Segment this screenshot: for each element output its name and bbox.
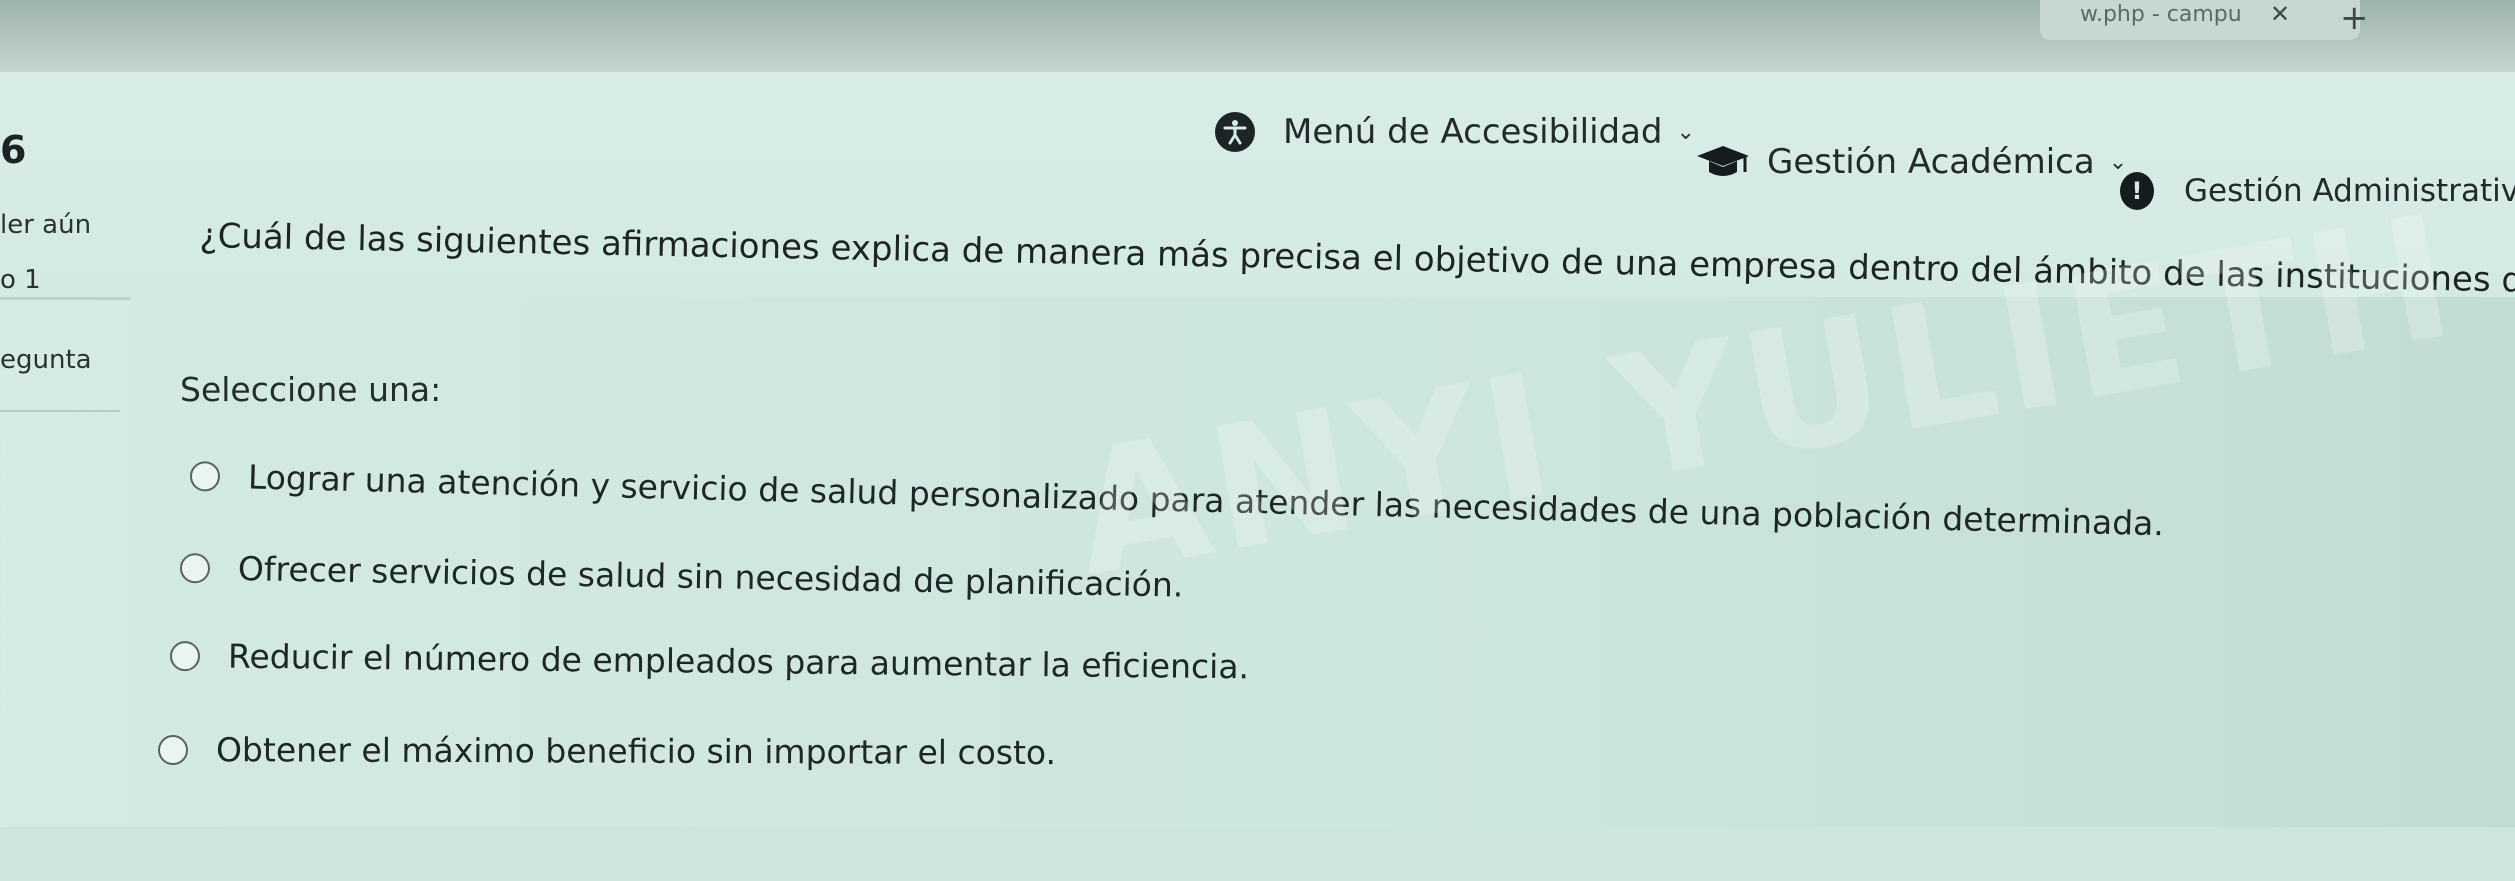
question-number: 6 — [0, 128, 27, 172]
accessibility-icon — [1215, 112, 1255, 152]
radio-button[interactable] — [189, 460, 221, 492]
nav-accessibility-menu[interactable]: Menú de Accesibilidad ⌄ — [1215, 112, 1695, 152]
browser-tab-title[interactable]: w.php - campu — [2080, 2, 2242, 27]
select-one-label: Seleccione una: — [180, 370, 442, 409]
tab-close-icon[interactable]: ✕ — [2270, 0, 2290, 28]
radio-button[interactable] — [169, 640, 201, 671]
nav-academic-label: Gestión Académica — [1767, 142, 2095, 182]
flag-question-link[interactable]: egunta — [0, 345, 92, 375]
new-tab-icon[interactable]: + — [2340, 0, 2369, 38]
nav-accessibility-label: Menú de Accesibilidad — [1283, 112, 1663, 152]
chevron-down-icon: ⌄ — [1676, 119, 1695, 145]
nav-administrative-management[interactable]: ! Gestión Administrativa ⌄ — [2120, 172, 2515, 210]
page-bottom-area — [0, 827, 2515, 881]
nav-academic-management[interactable]: Gestión Académica ⌄ — [1695, 142, 2127, 182]
chevron-down-icon: ⌄ — [2108, 149, 2128, 175]
radio-button[interactable] — [179, 552, 211, 584]
radio-button[interactable] — [157, 734, 189, 765]
answer-option[interactable]: Obtener el máximo beneficio sin importar… — [157, 730, 1057, 773]
info-icon: ! — [2120, 172, 2154, 210]
sidebar-divider — [0, 410, 120, 412]
question-score: o 1 — [0, 265, 41, 295]
answer-option-label: Obtener el máximo beneficio sin importar… — [215, 730, 1057, 773]
nav-administrative-label: Gestión Administrativa — [2184, 173, 2515, 209]
graduation-cap-icon — [1695, 142, 1751, 182]
question-state: ler aún — [0, 210, 92, 240]
